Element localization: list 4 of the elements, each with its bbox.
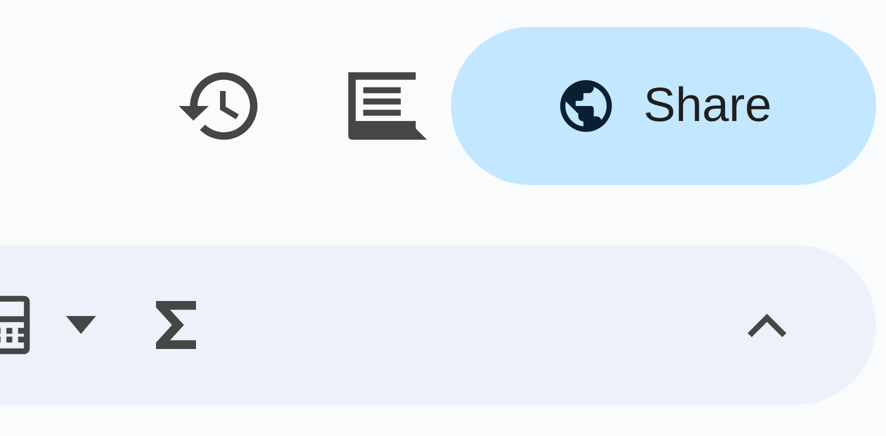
caret-icon[interactable] bbox=[66, 316, 96, 334]
chevron-up-icon[interactable] bbox=[746, 312, 788, 338]
sum-icon[interactable] bbox=[156, 301, 196, 349]
share-button[interactable]: Share bbox=[451, 27, 876, 185]
